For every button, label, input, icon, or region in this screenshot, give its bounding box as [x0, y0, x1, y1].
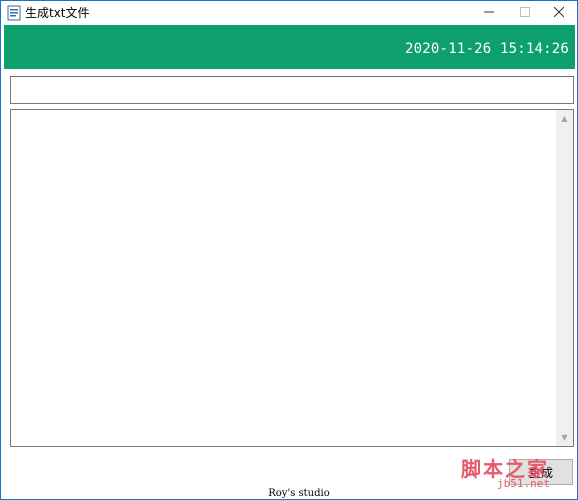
close-icon — [553, 6, 565, 20]
scroll-up-icon[interactable]: ▲ — [556, 110, 573, 127]
content-area: ▲ ▼ — [10, 109, 574, 447]
close-button[interactable] — [541, 1, 577, 25]
datetime-label: 2020-11-26 15:14:26 — [405, 41, 569, 57]
maximize-icon — [520, 6, 530, 20]
scroll-down-icon[interactable]: ▼ — [556, 429, 573, 446]
minimize-icon — [484, 6, 494, 20]
app-window: 生成txt文件 2020-11-26 15:14:26 ▲ ▼ 生成 Roy's… — [0, 0, 578, 500]
window-title: 生成txt文件 — [25, 6, 90, 20]
footer-credit: Roy's studio — [268, 488, 330, 499]
vertical-scrollbar[interactable]: ▲ ▼ — [556, 110, 573, 446]
generate-button-label: 生成 — [528, 465, 553, 480]
content-textarea[interactable] — [11, 110, 556, 446]
header-banner: 2020-11-26 15:14:26 — [4, 25, 575, 69]
minimize-button[interactable] — [471, 1, 507, 25]
maximize-button[interactable] — [507, 1, 543, 25]
title-bar[interactable]: 生成txt文件 — [1, 1, 577, 25]
generate-button[interactable]: 生成 — [509, 459, 573, 485]
document-icon — [7, 5, 21, 21]
filename-input[interactable] — [10, 76, 574, 104]
